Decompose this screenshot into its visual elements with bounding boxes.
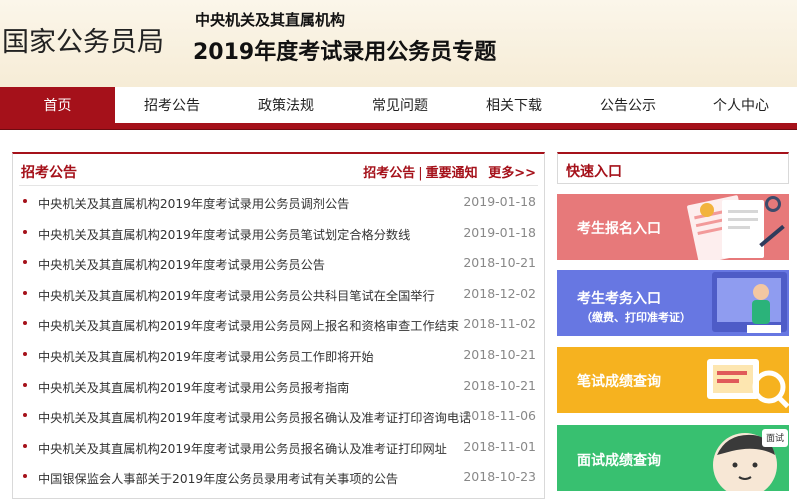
news-date: 2019-01-18 <box>463 224 536 240</box>
news-link-more[interactable]: 更多>> <box>488 162 536 181</box>
interview-score-query-button[interactable]: 面试成绩查询 面试 <box>557 425 789 491</box>
registration-entry-button[interactable]: 考生报名入口 <box>557 194 789 260</box>
news-date: 2019-01-18 <box>463 194 536 209</box>
bullet-icon <box>23 199 27 203</box>
bullet-icon <box>23 321 27 326</box>
nav-underline <box>0 123 797 130</box>
interview-badge: 面试 <box>766 434 785 444</box>
news-link[interactable]: 中央机关及其直属机构2019年度考试录用公务员工作即将开始 <box>38 347 374 365</box>
news-date: 2018-10-21 <box>463 346 536 362</box>
list-item: 中央机关及其直属机构2019年度考试录用公务员网上报名和资格审查工作结束 2018… <box>13 309 544 340</box>
bullet-icon <box>23 443 27 448</box>
nav-item-exam-notices[interactable]: 招考公告 <box>115 87 229 125</box>
written-score-query-button[interactable]: 笔试成绩查询 <box>557 347 789 413</box>
news-panel: 招考公告 招考公告 | 重要通知 更多>> 中央机关及其直属机构2019年度考试录用… <box>12 152 545 499</box>
list-item: 中央机关及其直属机构2019年度考试录用公务员调剂公告 2019-01-18 <box>13 187 544 218</box>
documents-icon <box>687 195 785 260</box>
nav-item-policies[interactable]: 政策法规 <box>229 87 343 125</box>
list-item: 中央机关及其直属机构2019年度考试录用公务员公告 2018-10-21 <box>13 248 544 279</box>
news-link[interactable]: 中央机关及其直属机构2019年度考试录用公务员报考指南 <box>38 378 349 396</box>
bullet-icon <box>23 351 27 356</box>
list-item: 中央机关及其直属机构2019年度考试录用公务员报名确认及准考证打印咨询电话 201… <box>13 401 544 432</box>
news-link[interactable]: 中央机关及其直属机构2019年度考试录用公务员公告 <box>38 255 325 273</box>
exam-affairs-entry-button[interactable]: 考生考务入口 （缴费、打印准考证） <box>557 270 789 336</box>
news-date: 2018-11-06 <box>463 408 536 424</box>
quick-entry-title: 快速入口 <box>566 164 622 180</box>
interviewee-icon <box>713 429 788 491</box>
news-tab-links: 招考公告 | 重要通知 更多>> <box>363 162 536 181</box>
bullet-icon <box>23 474 27 479</box>
news-list: 中央机关及其直属机构2019年度考试录用公务员调剂公告 2019-01-18 中央… <box>13 187 544 493</box>
news-link-separator: | <box>418 166 423 181</box>
news-link[interactable]: 中央机关及其直属机构2019年度考试录用公务员笔试划定合格分数线 <box>38 225 410 243</box>
news-link[interactable]: 中央机关及其直属机构2019年度考试录用公务员公共科目笔试在全国举行 <box>38 286 435 304</box>
header-subtitle: 中央机关及其直属机构 <box>195 11 346 29</box>
nav-item-downloads[interactable]: 相关下载 <box>457 87 571 125</box>
bullet-icon <box>23 413 27 418</box>
computer-user-icon <box>712 272 787 333</box>
news-link[interactable]: 中国银保监会人事部关于2019年度公务员录用考试有关事项的公告 <box>38 469 398 487</box>
list-item: 中央机关及其直属机构2019年度考试录用公务员笔试划定合格分数线 2019-01-… <box>13 218 544 249</box>
news-link[interactable]: 中央机关及其直属机构2019年度考试录用公务员报名确认及准考证打印咨询电话 <box>38 408 471 426</box>
main-nav: 首页 招考公告 政策法规 常见问题 相关下载 公告公示 个人中心 <box>0 87 797 125</box>
header-title: 2019年度考试录用公务员专题 <box>193 40 497 65</box>
list-item: 中央机关及其直属机构2019年度考试录用公务员工作即将开始 2018-10-21 <box>13 340 544 371</box>
list-item: 中央机关及其直属机构2019年度考试录用公务员公共科目笔试在全国举行 2018-1… <box>13 279 544 310</box>
bullet-icon <box>23 229 27 234</box>
news-date: 2018-11-02 <box>463 316 536 332</box>
list-item: 中央机关及其直属机构2019年度考试录用公务员报考指南 2018-10-21 <box>13 371 544 402</box>
news-link[interactable]: 中央机关及其直属机构2019年度考试录用公务员网上报名和资格审查工作结束 <box>38 316 459 334</box>
bullet-icon <box>23 260 27 265</box>
news-link-notices[interactable]: 招考公告 <box>363 162 415 181</box>
nav-item-personal-center[interactable]: 个人中心 <box>685 87 797 125</box>
divider <box>19 185 538 186</box>
news-date: 2018-10-21 <box>463 255 536 271</box>
news-date: 2018-12-02 <box>463 285 536 301</box>
org-name[interactable]: 国家公务员局 <box>2 20 164 59</box>
bullet-icon <box>23 290 27 295</box>
site-header: 国家公务员局 中央机关及其直属机构 2019年度考试录用公务员专题 <box>0 0 797 87</box>
news-date: 2018-10-23 <box>463 469 536 485</box>
quick-entry-header: 快速入口 <box>557 152 789 184</box>
news-date: 2018-11-01 <box>463 438 536 454</box>
nav-item-home[interactable]: 首页 <box>0 87 115 125</box>
news-link[interactable]: 中央机关及其直属机构2019年度考试录用公务员报名确认及准考证打印网址 <box>38 439 447 457</box>
news-link-important[interactable]: 重要通知 <box>426 162 478 181</box>
list-item: 中国银保监会人事部关于2019年度公务员录用考试有关事项的公告 2018-10-2… <box>13 462 544 493</box>
score-display-icon <box>707 359 789 409</box>
news-date: 2018-10-21 <box>463 377 536 393</box>
nav-item-announcements[interactable]: 公告公示 <box>571 87 685 125</box>
news-section-title: 招考公告 <box>21 165 77 181</box>
list-item: 中央机关及其直属机构2019年度考试录用公务员报名确认及准考证打印网址 2018-… <box>13 432 544 463</box>
nav-item-faq[interactable]: 常见问题 <box>343 87 457 125</box>
bullet-icon <box>23 382 27 387</box>
news-link[interactable]: 中央机关及其直属机构2019年度考试录用公务员调剂公告 <box>38 194 349 212</box>
